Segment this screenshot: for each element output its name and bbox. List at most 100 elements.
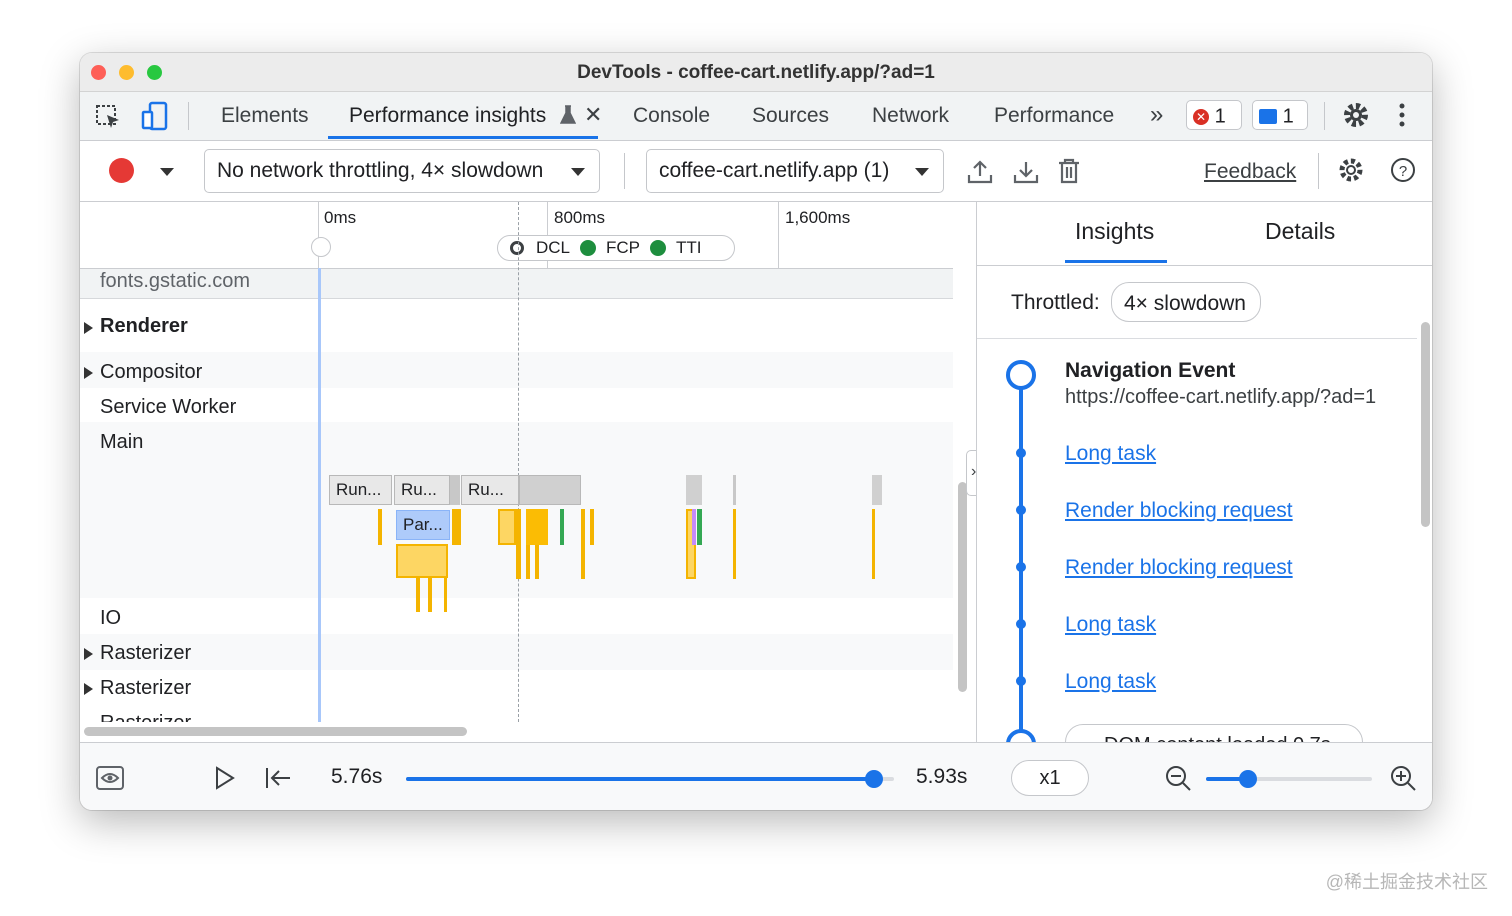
script-bar[interactable]: [581, 509, 585, 579]
paint-bar[interactable]: [697, 509, 702, 545]
tab-console[interactable]: Console: [633, 104, 710, 128]
play-icon[interactable]: [214, 765, 236, 796]
errors-badge[interactable]: ✕ 1: [1186, 100, 1242, 130]
throttling-select[interactable]: No network throttling, 4× slowdown: [204, 149, 600, 193]
parse-task[interactable]: Par...: [396, 510, 450, 540]
tab-sources[interactable]: Sources: [752, 104, 829, 128]
download-icon[interactable]: [1012, 158, 1040, 191]
more-options-icon[interactable]: [1398, 102, 1406, 133]
main-task[interactable]: Ru...: [461, 475, 519, 505]
page-load-markers[interactable]: DCL FCP TTI: [497, 235, 735, 261]
track-rasterizer-3[interactable]: Rasterizer: [100, 712, 191, 722]
zoom-out-icon[interactable]: [1164, 764, 1192, 797]
tab-performance-insights[interactable]: Performance insights: [349, 104, 546, 128]
tab-details[interactable]: Details: [1265, 218, 1335, 245]
message-icon: [1259, 109, 1277, 125]
track-io[interactable]: IO: [100, 607, 121, 630]
main-task-slice[interactable]: [872, 475, 882, 505]
playback-slider-thumb[interactable]: [865, 770, 883, 788]
tab-network[interactable]: Network: [872, 104, 949, 128]
inspect-element-icon[interactable]: [94, 103, 122, 136]
script-bar[interactable]: [516, 509, 521, 579]
upload-icon[interactable]: [966, 158, 994, 191]
insight-node-icon: [1016, 676, 1026, 686]
messages-badge[interactable]: 1: [1252, 100, 1308, 130]
device-toolbar-icon[interactable]: [141, 101, 169, 136]
renderer-expand-arrow-icon[interactable]: [84, 322, 93, 334]
script-bar[interactable]: [428, 578, 432, 612]
script-bar[interactable]: [733, 509, 736, 579]
insight-long-task-link[interactable]: Long task: [1065, 613, 1156, 637]
paint-bar[interactable]: [692, 509, 696, 545]
main-task[interactable]: Run...: [329, 475, 392, 505]
navigation-event-node-icon: [1006, 360, 1036, 390]
insight-node-icon: [1016, 619, 1026, 629]
throttled-label: Throttled:: [1011, 291, 1100, 314]
compositor-expand-arrow-icon[interactable]: [84, 367, 93, 379]
insight-render-blocking-link[interactable]: Render blocking request: [1065, 556, 1293, 580]
settings-gear-icon[interactable]: [1341, 100, 1371, 135]
track-main[interactable]: Main: [100, 431, 143, 454]
more-tabs-chevron-icon[interactable]: »: [1150, 101, 1163, 129]
script-bar[interactable]: [498, 509, 516, 545]
main-task-slice[interactable]: [450, 475, 460, 505]
record-button[interactable]: [109, 158, 134, 183]
insights-scrollbar[interactable]: [1421, 322, 1430, 527]
playback-speed-button[interactable]: x1: [1011, 760, 1089, 796]
zoom-slider-thumb[interactable]: [1239, 770, 1257, 788]
timeline-area[interactable]: 0ms 800ms 1,600ms DCL FCP TTI fonts.gsta…: [80, 202, 984, 742]
script-bar[interactable]: [378, 509, 382, 545]
panel-settings-gear-icon[interactable]: [1337, 156, 1365, 189]
main-task-slice[interactable]: [686, 475, 702, 505]
script-bar[interactable]: [444, 578, 447, 612]
help-icon[interactable]: ?: [1389, 156, 1417, 189]
track-rasterizer-1[interactable]: Rasterizer: [100, 642, 191, 665]
watermark-text: @稀土掘金技术社区: [1325, 872, 1488, 892]
rasterizer-expand-arrow-icon[interactable]: [84, 683, 93, 695]
tab-elements[interactable]: Elements: [221, 104, 309, 128]
jump-to-start-icon[interactable]: [264, 765, 292, 796]
script-bar[interactable]: [872, 509, 875, 579]
insight-render-blocking-link[interactable]: Render blocking request: [1065, 499, 1293, 523]
timeline-horizontal-scrollbar[interactable]: [84, 727, 467, 736]
track-service-worker[interactable]: Service Worker: [100, 396, 236, 419]
script-bar[interactable]: [526, 545, 530, 579]
playback-speed-value: x1: [1039, 767, 1061, 789]
zoom-in-icon[interactable]: [1389, 764, 1417, 797]
script-bar[interactable]: [590, 509, 594, 545]
insight-long-task-link[interactable]: Long task: [1065, 442, 1156, 466]
record-menu-chevron-icon[interactable]: [160, 168, 174, 176]
main-task[interactable]: Ru...: [394, 475, 450, 505]
tab-performance[interactable]: Performance: [994, 104, 1114, 128]
rasterizer-expand-arrow-icon[interactable]: [84, 648, 93, 660]
main-task-slice[interactable]: [733, 475, 736, 505]
track-rasterizer-2[interactable]: Rasterizer: [100, 677, 191, 700]
timeline-vertical-scrollbar[interactable]: [958, 482, 967, 692]
insight-long-task-link[interactable]: Long task: [1065, 670, 1156, 694]
script-bar[interactable]: [452, 509, 461, 545]
screenshot-preview-eye-icon[interactable]: [95, 765, 125, 796]
script-bar[interactable]: [535, 545, 539, 579]
track-compositor[interactable]: Compositor: [100, 361, 202, 384]
title-bar: DevTools - coffee-cart.netlify.app/?ad=1: [80, 53, 1432, 92]
navigation-event-url: https://coffee-cart.netlify.app/?ad=1: [1065, 386, 1377, 408]
tick-label-1600ms: 1,600ms: [785, 208, 851, 227]
paint-bar[interactable]: [560, 509, 564, 545]
tab-insights[interactable]: Insights: [1075, 218, 1154, 245]
close-tab-icon[interactable]: ✕: [584, 102, 602, 128]
recording-select[interactable]: coffee-cart.netlify.app (1): [646, 149, 944, 193]
track-fonts-gstatic[interactable]: fonts.gstatic.com: [100, 270, 250, 293]
dom-content-loaded-chip[interactable]: DOM content loaded 0.7s: [1065, 724, 1363, 742]
throttled-value: 4× slowdown: [1124, 292, 1246, 315]
active-tab-indicator: [328, 136, 598, 139]
main-task-slice[interactable]: [519, 475, 581, 505]
track-renderer[interactable]: Renderer: [100, 315, 188, 338]
recording-chevron-down-icon: [915, 168, 929, 176]
script-bar[interactable]: [416, 578, 420, 612]
performance-insights-toolbar: No network throttling, 4× slowdown coffe…: [80, 141, 1432, 202]
feedback-link[interactable]: Feedback: [1204, 160, 1296, 184]
delete-trash-icon[interactable]: [1057, 157, 1081, 190]
script-bar[interactable]: [526, 509, 548, 545]
script-bar[interactable]: [396, 544, 448, 578]
track-rasterizer-3-clip: Rasterizer: [80, 710, 320, 722]
